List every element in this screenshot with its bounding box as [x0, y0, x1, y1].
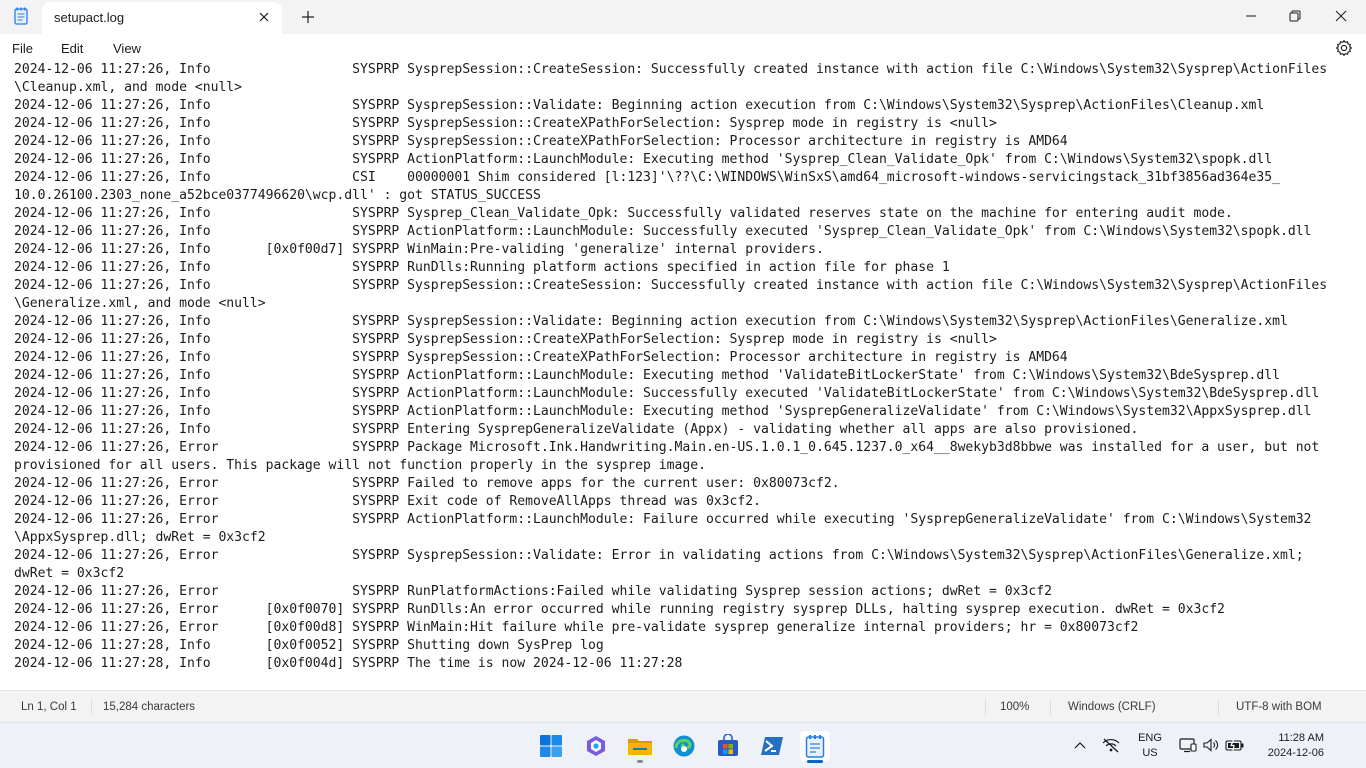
notepad-icon — [805, 735, 825, 758]
file-explorer-button[interactable] — [625, 731, 655, 761]
status-divider — [1050, 699, 1051, 715]
tab-setupact-log[interactable]: setupact.log — [42, 2, 282, 34]
windows-start-icon — [540, 735, 562, 757]
file-explorer-icon — [628, 739, 652, 755]
clock-time: 11:28 AM — [1278, 732, 1324, 744]
status-divider — [91, 699, 92, 715]
status-divider — [1218, 699, 1219, 715]
menu-bar: File Edit View — [0, 34, 1366, 62]
edge-button[interactable] — [669, 731, 699, 761]
network-status-button[interactable] — [1101, 736, 1121, 754]
display-icon-button[interactable] — [1178, 736, 1198, 754]
close-window-button[interactable] — [1318, 0, 1364, 32]
restore-icon — [1289, 10, 1301, 22]
start-button[interactable] — [536, 731, 566, 761]
gear-icon[interactable] — [1335, 39, 1353, 57]
network-disconnected-icon — [1102, 738, 1120, 753]
language-region: US — [1142, 747, 1158, 759]
show-hidden-icons-button[interactable] — [1070, 736, 1090, 754]
copilot-button[interactable] — [581, 731, 611, 761]
menu-file[interactable]: File — [12, 41, 33, 56]
edge-browser-icon — [673, 735, 695, 757]
microsoft-store-icon — [718, 734, 738, 756]
active-indicator — [807, 760, 823, 763]
monitor-icon — [1179, 738, 1197, 753]
character-count: 15,284 characters — [103, 701, 196, 713]
clock[interactable]: 11:28 AM 2024-12-06 — [1256, 731, 1324, 761]
status-divider — [985, 699, 986, 715]
battery-charging-icon — [1225, 738, 1244, 752]
store-button[interactable] — [713, 731, 743, 761]
encoding[interactable]: UTF-8 with BOM — [1236, 701, 1322, 713]
tab-title: setupact.log — [54, 10, 125, 25]
language-code: ENG — [1138, 732, 1162, 744]
close-tab-icon[interactable] — [256, 9, 272, 25]
taskbar: ENG US 11:28 AM 2024-12-06 — [0, 722, 1366, 768]
copilot-icon — [587, 736, 605, 756]
status-bar: Ln 1, Col 1 15,284 characters 100% Windo… — [0, 690, 1366, 722]
editor-content[interactable]: 2024-12-06 11:27:26, Info SYSPRP Sysprep… — [14, 62, 1359, 673]
menu-view[interactable]: View — [113, 41, 141, 56]
powershell-icon — [761, 737, 783, 755]
clock-date: 2024-12-06 — [1267, 747, 1324, 759]
text-editor[interactable]: 2024-12-06 11:27:26, Info SYSPRP Sysprep… — [0, 62, 1366, 690]
menu-edit[interactable]: Edit — [61, 41, 83, 56]
notepad-taskbar-button[interactable] — [800, 731, 830, 761]
zoom-level[interactable]: 100% — [1000, 701, 1029, 713]
volume-button[interactable] — [1201, 736, 1221, 754]
close-icon — [1335, 10, 1347, 22]
powershell-button[interactable] — [757, 731, 787, 761]
maximize-button[interactable] — [1272, 0, 1318, 32]
line-ending[interactable]: Windows (CRLF) — [1068, 701, 1156, 713]
cursor-position[interactable]: Ln 1, Col 1 — [21, 701, 77, 713]
title-bar: setupact.log — [0, 0, 1366, 34]
language-indicator[interactable]: ENG US — [1136, 731, 1164, 761]
speaker-icon — [1203, 738, 1218, 752]
battery-button[interactable] — [1225, 736, 1245, 754]
new-tab-icon[interactable] — [298, 7, 318, 27]
running-indicator — [637, 760, 643, 763]
chevron-up-icon — [1074, 742, 1086, 749]
minimize-button[interactable] — [1228, 0, 1274, 32]
minimize-icon — [1246, 15, 1256, 17]
notepad-icon — [14, 7, 28, 25]
